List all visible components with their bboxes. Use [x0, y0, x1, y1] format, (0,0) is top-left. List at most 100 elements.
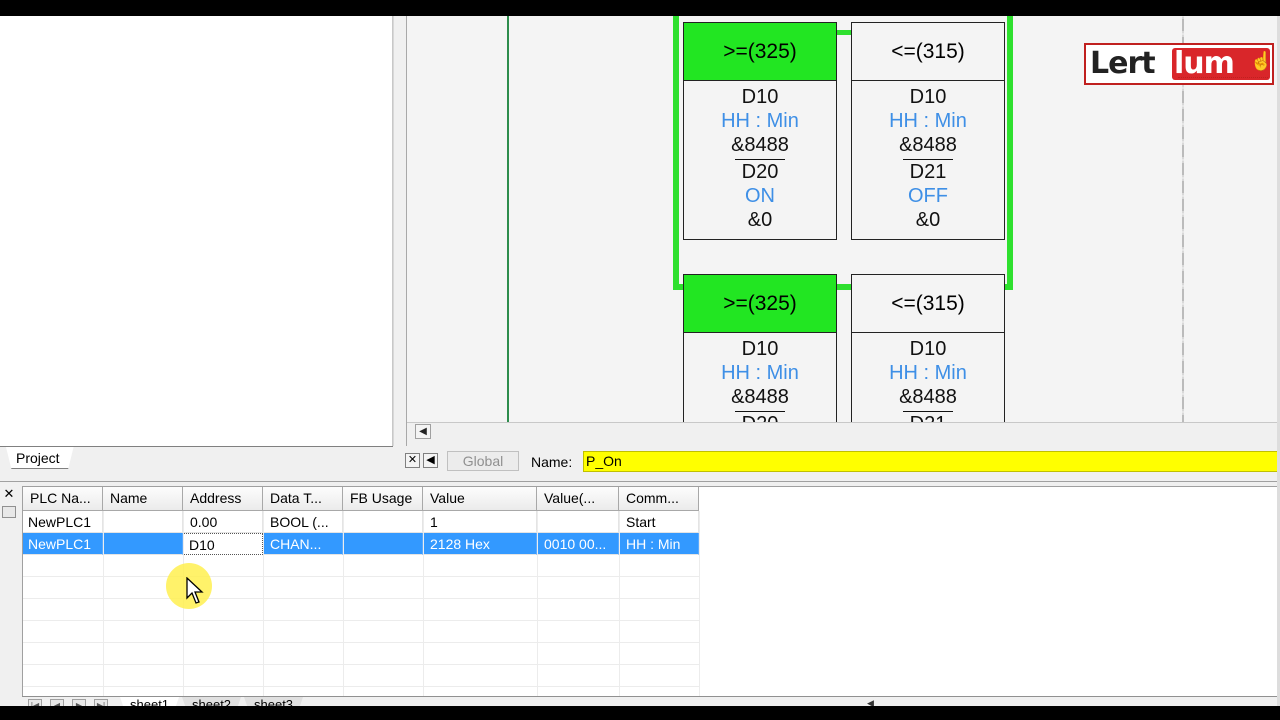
first-sheet-icon[interactable]: |◀ — [28, 699, 42, 706]
table-row[interactable]: NewPLC1 0.00 BOOL (... 1 Start — [23, 511, 699, 533]
operand-2: D20 — [741, 161, 779, 183]
last-sheet-icon[interactable]: ▶| — [94, 699, 108, 706]
rung-line-left — [673, 16, 679, 290]
column-divider — [537, 511, 538, 696]
column-divider — [343, 511, 344, 696]
empty-row[interactable] — [23, 643, 699, 665]
column-header[interactable]: Name — [103, 487, 183, 511]
panel-splitter[interactable] — [393, 16, 407, 446]
compare-block-ge[interactable]: >=(325) D10 HH : Min &8488 D20 ON &0 — [683, 22, 837, 240]
cell-comment[interactable]: HH : Min — [619, 533, 699, 555]
block-header: <=(315) — [852, 275, 1004, 333]
cell-type[interactable]: CHAN... — [263, 533, 343, 555]
empty-row[interactable] — [23, 621, 699, 643]
sheet-tabstrip: |◀ ◀ ▶ ▶| sheet1 sheet2 sheet3 — [22, 696, 857, 706]
grid-header: PLC Na... Name Address Data T... FB Usag… — [23, 487, 699, 511]
column-header[interactable]: Value(... — [537, 487, 619, 511]
tab-project[interactable]: Project — [6, 447, 74, 469]
symbol-name-bar: ✕ ◀ Global Name: P_On — [403, 448, 1280, 474]
operand-2-comment: OFF — [908, 185, 948, 207]
cell-name[interactable] — [103, 511, 183, 533]
scope-global-button[interactable]: Global — [447, 451, 519, 471]
next-sheet-icon[interactable]: ▶ — [72, 699, 86, 706]
column-header[interactable]: Value — [423, 487, 537, 511]
column-divider — [619, 511, 620, 696]
mouse-pointer-icon — [186, 577, 204, 604]
operand-1-comment: HH : Min — [889, 110, 967, 132]
cell-address[interactable]: D10 — [183, 533, 263, 555]
operand-1-value: &8488 — [899, 386, 957, 408]
operand-1-comment: HH : Min — [889, 362, 967, 384]
cell-plc[interactable]: NewPLC1 — [23, 511, 103, 533]
operand-2: D21 — [852, 412, 1004, 422]
operand-1-comment: HH : Min — [721, 110, 799, 132]
dock-handle[interactable] — [2, 506, 16, 518]
operand-1: D10 — [741, 338, 779, 360]
cell-fb-usage[interactable] — [343, 511, 423, 533]
tab-sheet3[interactable]: sheet3 — [244, 697, 304, 706]
empty-row[interactable] — [23, 599, 699, 621]
rung-line-right — [1007, 16, 1013, 290]
hand-icon: ☝ — [1250, 51, 1273, 71]
column-header[interactable]: Address — [183, 487, 263, 511]
operand-2: D20 — [684, 412, 836, 422]
cell-value-2[interactable] — [537, 511, 619, 533]
cell-value[interactable]: 2128 Hex — [423, 533, 537, 555]
cell-plc[interactable]: NewPLC1 — [23, 533, 103, 555]
operand-2-value: &0 — [747, 209, 773, 231]
cell-comment[interactable]: Start — [619, 511, 699, 533]
tab-sheet1[interactable]: sheet1 — [120, 697, 180, 706]
block-header: >=(325) — [684, 275, 836, 333]
logo-text-dark: Lert — [1090, 46, 1156, 81]
block-header: >=(325) — [684, 23, 836, 81]
logo-text-light: lum — [1174, 46, 1235, 81]
column-header[interactable]: Comm... — [619, 487, 699, 511]
operand-1-value: &8488 — [731, 134, 789, 156]
cell-fb-usage[interactable] — [343, 533, 423, 555]
empty-row[interactable] — [23, 555, 699, 577]
cell-address[interactable]: 0.00 — [183, 511, 263, 533]
operand-2-comment: ON — [745, 185, 775, 207]
ladder-hscroll[interactable]: ◀ — [407, 422, 1280, 440]
project-tabstrip: Project — [0, 446, 393, 470]
brand-logo: Lert lum ☝ — [1084, 43, 1274, 85]
column-divider — [103, 511, 104, 696]
logo-underline — [1178, 77, 1268, 80]
empty-row[interactable] — [23, 577, 699, 599]
close-icon[interactable]: ✕ — [405, 453, 420, 468]
cell-name[interactable] — [103, 533, 183, 555]
operand-1: D10 — [909, 338, 947, 360]
grid-hscroll[interactable]: ◀ — [857, 696, 1280, 706]
compare-block-le-2[interactable]: <=(315) D10 HH : Min &8488 D21 — [851, 274, 1005, 422]
operand-2: D21 — [909, 161, 947, 183]
prev-sheet-icon[interactable]: ◀ — [50, 699, 64, 706]
operand-1: D10 — [741, 86, 779, 108]
column-header[interactable]: FB Usage — [343, 487, 423, 511]
column-header[interactable]: PLC Na... — [23, 487, 103, 511]
operand-1-value: &8488 — [731, 386, 789, 408]
name-field[interactable]: P_On — [583, 451, 1280, 472]
cell-value-2[interactable]: 0010 00... — [537, 533, 619, 555]
arrow-left-icon[interactable]: ◀ — [415, 424, 431, 439]
column-header[interactable]: Data T... — [263, 487, 343, 511]
arrow-left-icon[interactable]: ◀ — [867, 698, 874, 706]
column-divider — [263, 511, 264, 696]
operand-2-value: &0 — [915, 209, 941, 231]
tab-sheet2[interactable]: sheet2 — [182, 697, 242, 706]
block-header: <=(315) — [852, 23, 1004, 81]
column-divider — [423, 511, 424, 696]
close-icon[interactable]: ✕ — [2, 487, 16, 501]
cell-value[interactable]: 1 — [423, 511, 537, 533]
project-panel — [0, 16, 393, 446]
operand-1-comment: HH : Min — [721, 362, 799, 384]
column-divider — [699, 511, 700, 696]
table-row-selected[interactable]: NewPLC1 D10 CHAN... 2128 Hex 0010 00... … — [23, 533, 699, 555]
empty-row[interactable] — [23, 665, 699, 687]
name-label: Name: — [531, 454, 573, 470]
compare-block-ge-2[interactable]: >=(325) D10 HH : Min &8488 D20 — [683, 274, 837, 422]
arrow-left-icon[interactable]: ◀ — [423, 453, 438, 468]
operand-1-value: &8488 — [899, 134, 957, 156]
compare-block-le[interactable]: <=(315) D10 HH : Min &8488 D21 OFF &0 — [851, 22, 1005, 240]
operand-1: D10 — [909, 86, 947, 108]
cell-type[interactable]: BOOL (... — [263, 511, 343, 533]
